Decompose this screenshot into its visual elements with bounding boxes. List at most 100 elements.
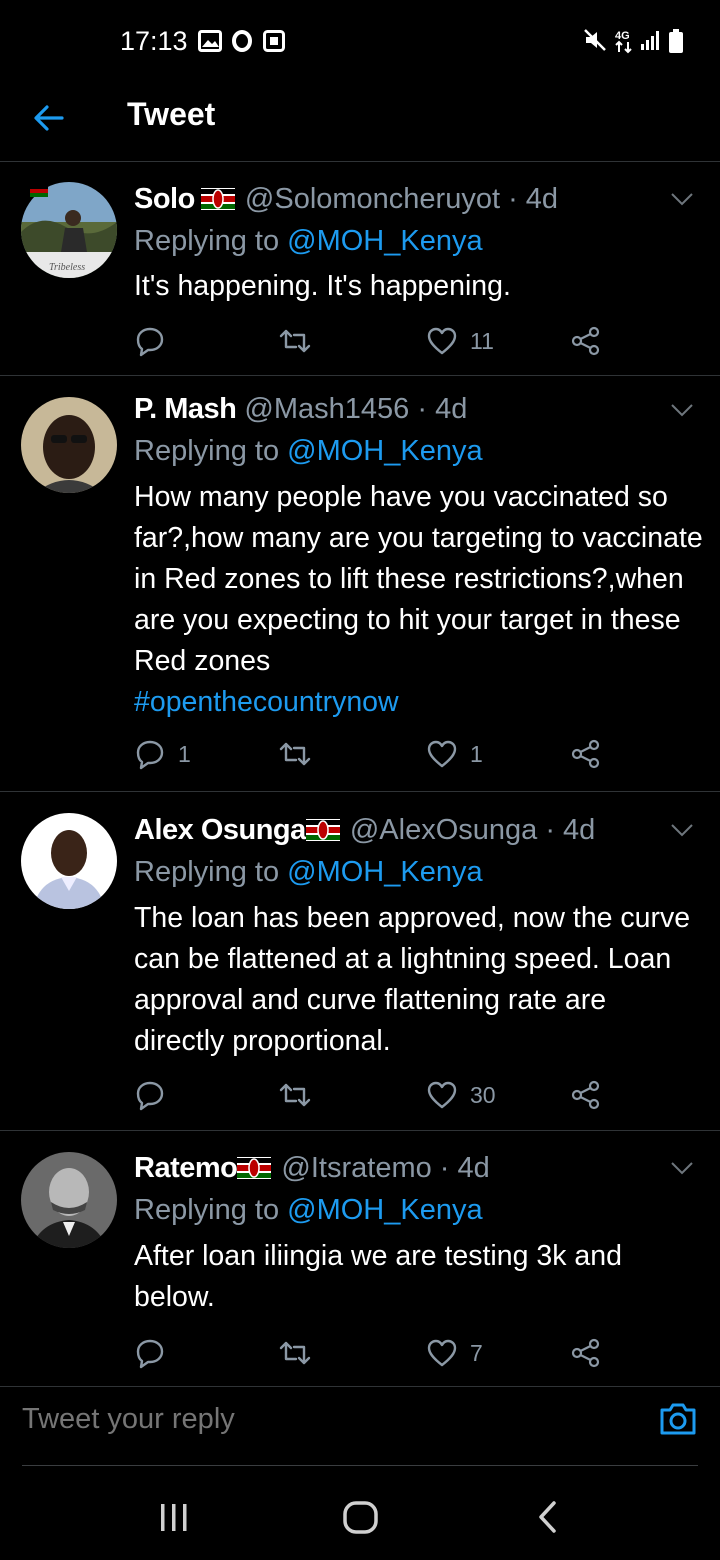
retweet-icon bbox=[279, 329, 311, 353]
tweet-text-content: After loan iliingia we are testing 3k an… bbox=[134, 1240, 622, 1313]
display-name[interactable]: P. Mash bbox=[134, 393, 237, 425]
retweet-button[interactable] bbox=[278, 736, 324, 772]
replying-prefix: Replying to bbox=[134, 1194, 280, 1226]
replying-to: Replying to @MOH_Kenya bbox=[134, 1194, 483, 1227]
display-name[interactable]: Ratemo bbox=[134, 1152, 238, 1184]
mention-link[interactable]: @MOH_Kenya bbox=[287, 225, 482, 257]
retweet-button[interactable] bbox=[278, 1335, 324, 1371]
user-handle[interactable]: @Itsratemo bbox=[281, 1152, 431, 1184]
tweet-item[interactable]: Alex Osunga @AlexOsunga · 4d Replying to… bbox=[0, 792, 720, 1131]
avatar[interactable] bbox=[21, 813, 117, 909]
heart-icon bbox=[427, 1339, 457, 1367]
avatar[interactable] bbox=[21, 1152, 117, 1248]
reply-button[interactable] bbox=[134, 1077, 178, 1113]
tweet-header: Ratemo @Itsratemo · 4d bbox=[134, 1152, 490, 1185]
reply-button[interactable]: 1 bbox=[134, 736, 191, 772]
kenya-flag-icon bbox=[30, 185, 48, 197]
tweet-actions: 11 bbox=[134, 323, 614, 363]
avatar[interactable] bbox=[21, 397, 117, 493]
share-button[interactable] bbox=[570, 323, 602, 359]
tweet-text: How many people have you vaccinated so f… bbox=[134, 477, 704, 723]
user-handle[interactable]: @Mash1456 bbox=[244, 393, 409, 425]
heart-icon bbox=[427, 740, 457, 768]
kenya-flag-icon bbox=[237, 1157, 272, 1179]
status-bar: 17:13 4G bbox=[0, 0, 720, 82]
like-button[interactable]: 7 bbox=[426, 1335, 483, 1371]
display-name[interactable]: Alex Osunga bbox=[134, 814, 306, 846]
tweet-item[interactable]: P. Mash @Mash1456 · 4d Replying to @MOH_… bbox=[0, 376, 720, 792]
like-count: 11 bbox=[470, 327, 494, 354]
reply-underline bbox=[22, 1465, 698, 1466]
back-arrow-icon[interactable] bbox=[28, 96, 72, 140]
page-title: Tweet bbox=[127, 96, 216, 132]
retweet-icon bbox=[279, 742, 311, 766]
share-icon bbox=[571, 739, 600, 769]
tweet-actions: 30 bbox=[134, 1077, 614, 1117]
share-icon bbox=[571, 1338, 600, 1368]
mention-link[interactable]: @MOH_Kenya bbox=[287, 856, 482, 888]
screenshot-icon bbox=[263, 30, 285, 52]
tweet-text-content: It's happening. It's happening. bbox=[134, 270, 511, 302]
home-icon[interactable] bbox=[342, 1500, 380, 1536]
replying-to: Replying to @MOH_Kenya bbox=[134, 435, 483, 468]
tweet-actions: 1 1 bbox=[134, 736, 614, 776]
tweet-header: Solo @Solomoncheruyot · 4d bbox=[134, 183, 558, 216]
reply-count: 1 bbox=[178, 740, 191, 767]
retweet-icon bbox=[279, 1341, 311, 1365]
status-time: 17:13 bbox=[120, 26, 188, 56]
recent-apps-icon[interactable] bbox=[156, 1502, 192, 1534]
user-handle[interactable]: @Solomoncheruyot bbox=[245, 183, 500, 215]
share-button[interactable] bbox=[570, 1077, 602, 1113]
signal-icon bbox=[641, 31, 659, 50]
reply-icon bbox=[136, 740, 164, 770]
user-handle[interactable]: @AlexOsunga bbox=[350, 814, 537, 846]
tweet-item[interactable]: Ratemo @Itsratemo · 4d Replying to @MOH_… bbox=[0, 1131, 720, 1387]
share-button[interactable] bbox=[570, 736, 602, 772]
mention-link[interactable]: @MOH_Kenya bbox=[287, 435, 482, 467]
like-button[interactable]: 1 bbox=[426, 736, 483, 772]
reply-button[interactable] bbox=[134, 323, 178, 359]
tweet-text-content: How many people have you vaccinated so f… bbox=[134, 481, 703, 677]
tweet-age: · 4d bbox=[545, 814, 596, 846]
mention-link[interactable]: @MOH_Kenya bbox=[287, 1194, 482, 1226]
tweet-text: After loan iliingia we are testing 3k an… bbox=[134, 1236, 704, 1318]
tweet-item[interactable]: Tribeless Solo @Solomoncheruyot · 4d Rep… bbox=[0, 163, 720, 376]
heart-icon bbox=[427, 327, 457, 355]
share-button[interactable] bbox=[570, 1335, 602, 1371]
tweet-actions: 7 bbox=[134, 1335, 614, 1375]
like-button[interactable]: 30 bbox=[426, 1077, 496, 1113]
retweet-button[interactable] bbox=[278, 1077, 324, 1113]
tweet-text: It's happening. It's happening. bbox=[134, 266, 704, 307]
gallery-icon bbox=[198, 30, 222, 52]
heart-icon bbox=[427, 1081, 457, 1109]
like-count: 1 bbox=[470, 740, 483, 767]
tweet-age: · 4d bbox=[439, 1152, 490, 1184]
svg-text:Tribeless: Tribeless bbox=[49, 262, 85, 273]
chevron-down-icon[interactable] bbox=[670, 191, 694, 207]
like-button[interactable]: 11 bbox=[426, 323, 494, 359]
replying-to: Replying to @MOH_Kenya bbox=[134, 225, 483, 258]
chevron-down-icon[interactable] bbox=[670, 1160, 694, 1176]
chevron-down-icon[interactable] bbox=[670, 402, 694, 418]
camera-icon[interactable] bbox=[656, 1397, 700, 1441]
reply-input[interactable] bbox=[22, 1403, 622, 1436]
opera-icon bbox=[232, 30, 252, 52]
like-count: 30 bbox=[470, 1081, 496, 1108]
hashtag-link[interactable]: #openthecountrynow bbox=[134, 682, 704, 723]
tweet-header: P. Mash @Mash1456 · 4d bbox=[134, 393, 467, 426]
replying-prefix: Replying to bbox=[134, 435, 280, 467]
retweet-button[interactable] bbox=[278, 323, 324, 359]
like-count: 7 bbox=[470, 1339, 483, 1366]
back-icon[interactable] bbox=[535, 1500, 561, 1534]
retweet-icon bbox=[279, 1083, 311, 1107]
tweet-text-content: The loan has been approved, now the curv… bbox=[134, 902, 691, 1057]
reply-button[interactable] bbox=[134, 1335, 178, 1371]
app-bar: Tweet bbox=[0, 82, 720, 162]
share-icon bbox=[571, 1080, 600, 1110]
chevron-down-icon[interactable] bbox=[670, 822, 694, 838]
reply-bar bbox=[0, 1387, 720, 1477]
reply-icon bbox=[136, 1339, 164, 1369]
tweet-text: The loan has been approved, now the curv… bbox=[134, 898, 704, 1062]
kenya-flag-icon bbox=[305, 819, 340, 841]
display-name[interactable]: Solo bbox=[134, 183, 195, 215]
